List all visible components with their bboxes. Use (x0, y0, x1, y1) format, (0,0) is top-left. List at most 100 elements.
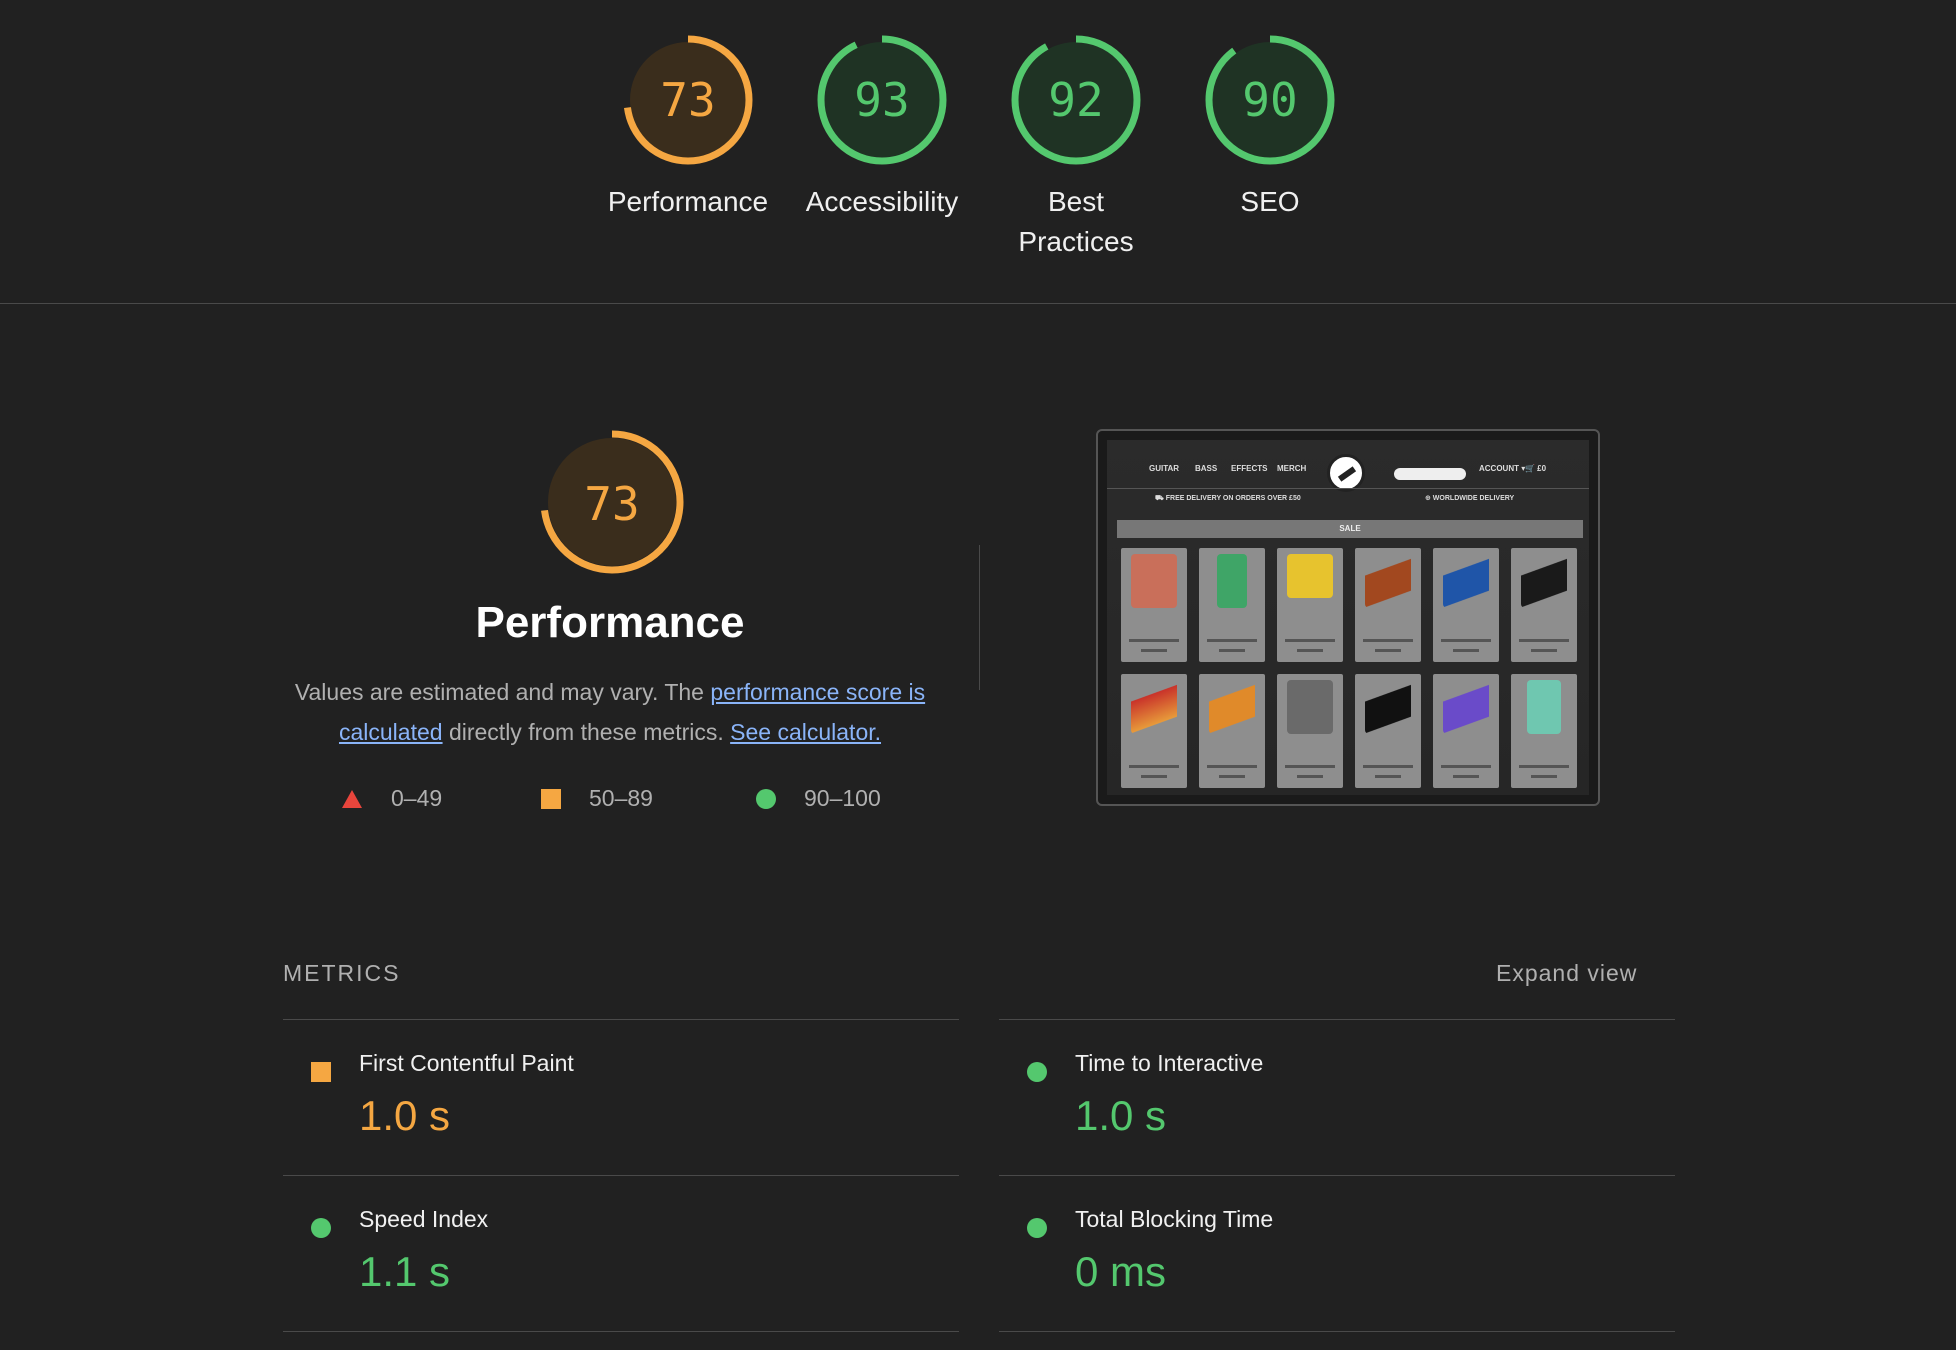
gauge-label-seo: SEO (1240, 186, 1300, 217)
screenshot-page: GUITAR BASS EFFECTS MERCH ACCOUNT ▾ 🛒 £0… (1107, 440, 1589, 795)
seo-gauge-ring: 90 (1205, 35, 1335, 165)
gauge-performance[interactable]: 73 Performance (588, 30, 788, 222)
best-practices-score: 92 (1048, 73, 1103, 127)
guitar-icon (1209, 680, 1255, 734)
thumb-product (1511, 548, 1577, 662)
performance-main-gauge-ring: 73 (540, 430, 684, 574)
seo-score: 90 (1242, 73, 1297, 127)
metrics-divider (283, 1019, 959, 1020)
square-icon (541, 788, 561, 809)
thumb-nav: GUITAR BASS EFFECTS MERCH ACCOUNT ▾ 🛒 £0 (1107, 450, 1589, 492)
guitar-icon (1443, 680, 1489, 734)
metric-total-blocking-time[interactable]: Total Blocking Time 0 ms (999, 1196, 1679, 1346)
desc-text-1: Values are estimated and may vary. The (294, 679, 711, 705)
performance-score: 73 (660, 73, 715, 127)
metric-label: Time to Interactive (1075, 1050, 1264, 1076)
legend-average-range: 50–89 (589, 785, 653, 811)
metrics-divider (283, 1175, 959, 1176)
guitar-icon (1131, 680, 1177, 734)
metrics-divider (283, 1331, 959, 1332)
pedal-icon (1527, 680, 1561, 734)
guitar-icon (1365, 680, 1411, 734)
see-calculator-link[interactable]: See calculator. (730, 719, 881, 745)
thumb-product (1433, 674, 1499, 788)
pedal-icon (1131, 554, 1177, 608)
thumb-product (1511, 674, 1577, 788)
tshirt-icon (1287, 680, 1333, 734)
gauge-label-accessibility: Accessibility (805, 186, 959, 217)
thumb-search (1394, 468, 1466, 480)
category-gauges: 73 Performance 93 Accessibility 92 Best … (0, 30, 1956, 300)
guitar-icon (1443, 554, 1489, 608)
metric-label: Speed Index (359, 1206, 489, 1232)
circle-icon (1027, 1218, 1047, 1238)
gauge-accessibility[interactable]: 93 Accessibility (782, 30, 982, 222)
legend-pass: 90–100 (756, 785, 881, 812)
metrics-heading: METRICS (283, 960, 401, 986)
legend-average: 50–89 (541, 785, 653, 812)
metric-value: 1.1 s (359, 1248, 451, 1295)
gauge-label-best-practices: Best Practices (1018, 186, 1134, 257)
thumb-nav-merch: MERCH (1277, 464, 1307, 473)
metrics-divider (999, 1019, 1675, 1020)
thumb-nav-divider (1107, 488, 1589, 489)
desc-text-2: directly from these metrics. (442, 719, 731, 745)
thumb-sale-banner: SALE (1117, 520, 1583, 538)
bass-guitar-icon (1365, 554, 1411, 608)
thumb-account: ACCOUNT ▾ (1479, 464, 1526, 473)
performance-main-score: 73 (584, 477, 639, 531)
thumb-delivery-free: ⛟ FREE DELIVERY ON ORDERS OVER £50 (1155, 495, 1301, 502)
expand-view-button[interactable]: Expand view (1496, 960, 1637, 987)
guitar-icon (1521, 554, 1567, 608)
legend-fail-range: 0–49 (391, 785, 443, 811)
gauge-seo[interactable]: 90 SEO (1170, 30, 1370, 222)
performance-description: Values are estimated and may vary. The p… (282, 672, 938, 752)
metric-first-contentful-paint[interactable]: First Contentful Paint 1.0 s (283, 1040, 963, 1190)
accessibility-gauge-ring: 93 (817, 35, 947, 165)
thumb-delivery-worldwide: ⊕ WORLDWIDE DELIVERY (1425, 495, 1515, 502)
triangle-icon (342, 789, 362, 808)
thumb-product (1121, 548, 1187, 662)
thumb-cart: 🛒 £0 (1525, 464, 1547, 473)
thumb-product (1199, 674, 1265, 788)
gauge-best-practices[interactable]: 92 Best Practices (976, 30, 1176, 262)
thumb-product (1355, 548, 1421, 662)
gauge-label-performance: Performance (607, 186, 769, 217)
score-legend: 0–49 50–89 90–100 (0, 785, 1956, 819)
metric-value: 0 ms (1075, 1248, 1167, 1295)
performance-title: Performance (475, 598, 745, 647)
thumb-product (1199, 548, 1265, 662)
square-icon (311, 1062, 331, 1082)
vertical-separator (979, 545, 980, 690)
thumb-product (1433, 548, 1499, 662)
metric-value: 1.0 s (359, 1092, 451, 1139)
final-screenshot[interactable]: GUITAR BASS EFFECTS MERCH ACCOUNT ▾ 🛒 £0… (1096, 429, 1600, 806)
legend-fail: 0–49 (341, 785, 442, 812)
metric-value: 1.0 s (1075, 1092, 1167, 1139)
circle-icon (311, 1218, 331, 1238)
thumb-product (1277, 674, 1343, 788)
circle-icon (1027, 1062, 1047, 1082)
performance-gauge-ring: 73 (623, 35, 753, 165)
metric-label: Total Blocking Time (1075, 1206, 1274, 1232)
metric-label: First Contentful Paint (359, 1050, 574, 1076)
metric-speed-index[interactable]: Speed Index 1.1 s (283, 1196, 963, 1346)
thumb-nav-effects: EFFECTS (1231, 464, 1268, 473)
pedal-icon (1217, 554, 1247, 608)
metrics-divider (999, 1331, 1675, 1332)
thumb-nav-bass: BASS (1195, 464, 1218, 473)
accessibility-score: 93 (854, 73, 909, 127)
legend-pass-range: 90–100 (804, 785, 881, 811)
thumb-nav-guitar: GUITAR (1149, 464, 1180, 473)
performance-main-gauge: 73 (538, 428, 686, 581)
thumb-product-grid (1121, 548, 1583, 788)
best-practices-gauge-ring: 92 (1011, 35, 1141, 165)
guitar-logo-icon (1327, 454, 1365, 492)
thumb-product (1355, 674, 1421, 788)
thumb-product (1277, 548, 1343, 662)
pedal-icon (1287, 554, 1333, 598)
metric-time-to-interactive[interactable]: Time to Interactive 1.0 s (999, 1040, 1679, 1190)
header-divider (0, 303, 1956, 304)
metrics-divider (999, 1175, 1675, 1176)
thumb-product (1121, 674, 1187, 788)
